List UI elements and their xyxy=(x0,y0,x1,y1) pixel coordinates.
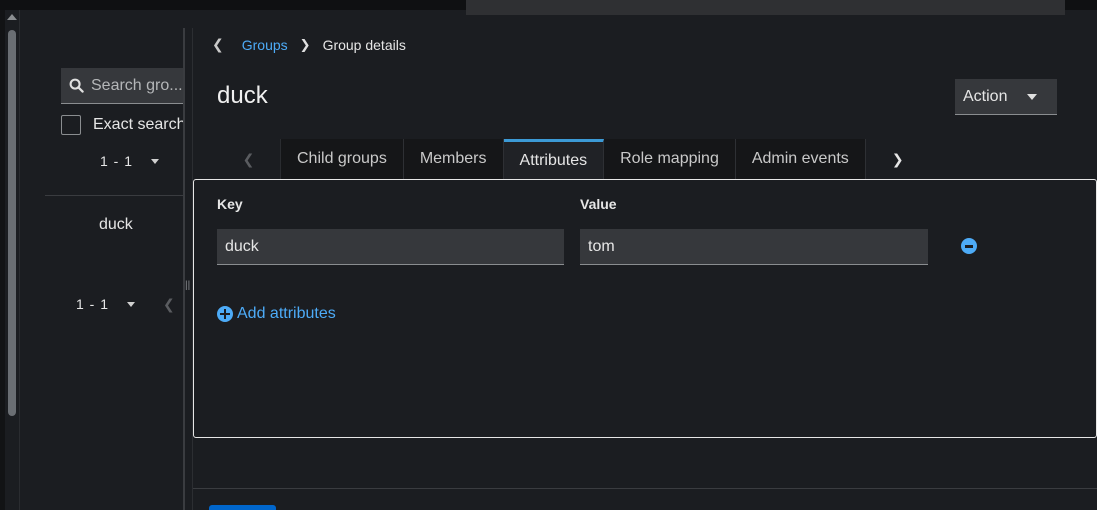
value-header: Value xyxy=(580,196,617,212)
tab-bar: ❮ Child groups Members Attributes Role m… xyxy=(217,139,930,179)
tab-child-groups[interactable]: Child groups xyxy=(281,139,404,179)
scroll-up-arrow-icon[interactable] xyxy=(7,14,17,20)
panel-splitter[interactable] xyxy=(183,28,185,510)
exact-search-checkbox[interactable] xyxy=(61,115,81,135)
action-dropdown[interactable]: Action xyxy=(955,79,1057,115)
divider xyxy=(193,488,1097,489)
drag-handle-icon[interactable]: || xyxy=(185,280,190,291)
exact-search-row: Exact search xyxy=(61,115,185,135)
chevron-down-icon[interactable] xyxy=(151,158,160,164)
search-groups-input[interactable] xyxy=(91,76,183,95)
tree-search[interactable] xyxy=(61,68,183,104)
breadcrumb-link-groups[interactable]: Groups xyxy=(242,37,288,53)
tab-attributes[interactable]: Attributes xyxy=(503,139,605,179)
tree-item-duck[interactable]: duck xyxy=(99,216,133,234)
tabs-scroll-left-icon[interactable]: ❮ xyxy=(217,139,281,179)
group-tree-panel: Exact search 1 - 1 duck 1 - 1 ❮ xyxy=(21,10,185,510)
scrollbar-thumb[interactable] xyxy=(8,30,16,416)
tab-members[interactable]: Members xyxy=(403,139,504,179)
save-button[interactable] xyxy=(209,505,276,510)
chevron-left-icon[interactable]: ❮ xyxy=(212,36,224,53)
breadcrumb: ❮ Groups ❯ Group details xyxy=(212,36,406,53)
page-title: duck xyxy=(217,82,268,109)
tabs-scroll-right-icon[interactable]: ❯ xyxy=(865,139,930,179)
chevron-left-icon[interactable]: ❮ xyxy=(163,296,175,313)
attribute-value-input[interactable] xyxy=(580,229,928,265)
pagination-bottom[interactable]: 1 - 1 xyxy=(76,296,136,312)
pagination-top[interactable]: 1 - 1 xyxy=(100,153,160,169)
chevron-down-icon[interactable] xyxy=(127,301,136,307)
breadcrumb-current: Group details xyxy=(322,36,406,53)
chevron-right-icon: ❯ xyxy=(299,36,311,52)
popover-edge xyxy=(466,0,1065,15)
tab-role-mapping[interactable]: Role mapping xyxy=(604,139,736,179)
key-header: Key xyxy=(217,196,243,212)
scrollbar-edge xyxy=(0,10,5,510)
plus-circle-icon xyxy=(217,306,233,322)
add-attributes-label: Add attributes xyxy=(237,305,336,322)
divider xyxy=(45,195,183,196)
remove-attribute-icon[interactable] xyxy=(961,238,977,254)
action-label: Action xyxy=(963,87,1008,105)
attributes-panel: Key Value Add attributes xyxy=(193,179,1097,438)
add-attributes-button[interactable]: Add attributes xyxy=(217,305,336,323)
pagination-range: 1 - 1 xyxy=(76,296,110,312)
tab-admin-events[interactable]: Admin events xyxy=(735,139,866,179)
exact-search-label: Exact search xyxy=(93,116,186,133)
attribute-key-input[interactable] xyxy=(217,229,564,265)
pagination-range: 1 - 1 xyxy=(100,153,134,169)
search-icon xyxy=(69,78,84,93)
caret-down-icon xyxy=(1027,93,1038,100)
